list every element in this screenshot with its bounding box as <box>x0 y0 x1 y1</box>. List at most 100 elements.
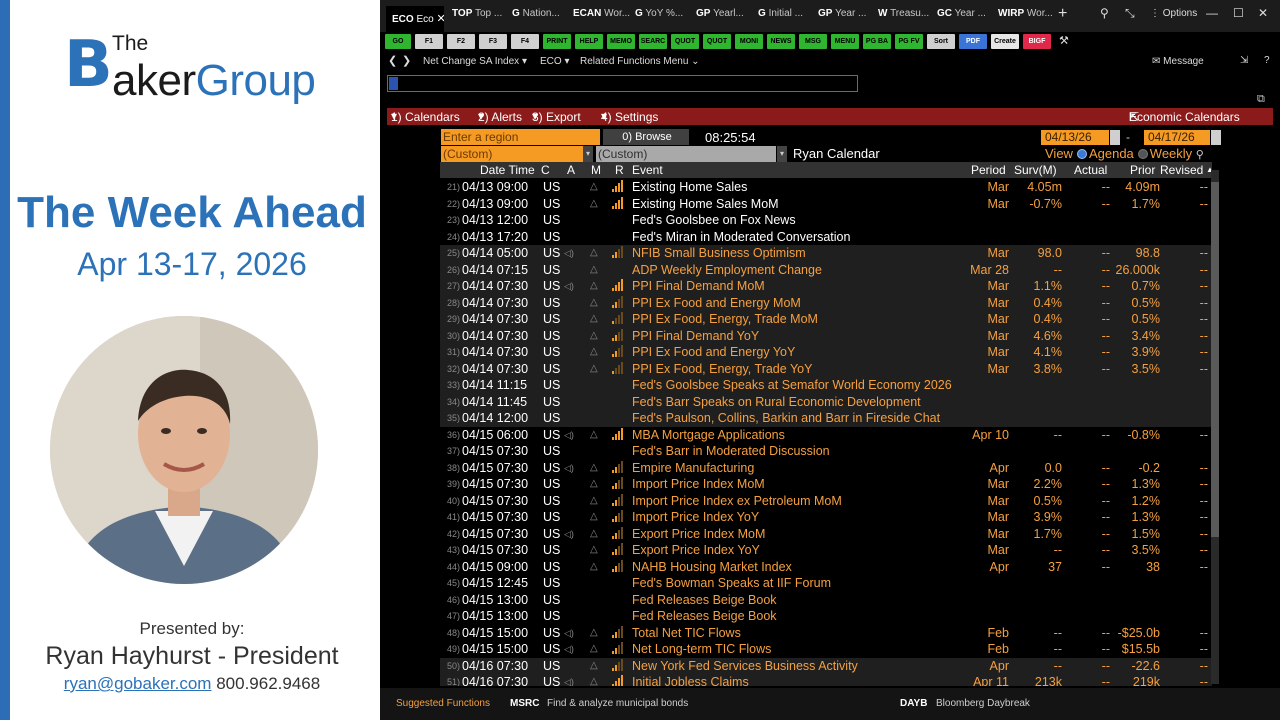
maximize-icon[interactable]: ☐ <box>1233 6 1244 20</box>
row-event[interactable]: PPI Final Demand YoY <box>632 328 759 345</box>
fkey-menu[interactable]: MENU <box>831 34 859 49</box>
tab-ecan[interactable]: ECAN Wor... <box>573 8 631 28</box>
bell-icon[interactable]: △ <box>590 245 604 262</box>
table-row[interactable]: 39) 04/15 07:30 US Import Price Index MoM Ma… <box>440 476 1212 493</box>
region-input[interactable]: Enter a region <box>441 129 600 145</box>
start-calendar-icon[interactable] <box>1110 130 1120 145</box>
tab-gp-yearly[interactable]: GP Yearl... <box>696 8 754 28</box>
speaker-icon[interactable]: ◁) <box>564 427 578 444</box>
bell-icon[interactable]: △ <box>590 460 604 477</box>
tab-top[interactable]: TOP Top ... <box>452 8 508 28</box>
fkey-searc[interactable]: SEARC <box>639 34 667 49</box>
close-tab-icon[interactable]: ✕ <box>436 13 444 25</box>
search-icon[interactable]: ⚲ <box>1100 6 1109 20</box>
bell-icon[interactable]: △ <box>590 262 604 279</box>
end-date-input[interactable]: 04/17/26 <box>1144 130 1210 145</box>
bell-icon[interactable]: △ <box>590 311 604 328</box>
speaker-icon[interactable]: ◁) <box>564 526 578 543</box>
table-row[interactable]: 27) 04/14 07:30 US PPI Final Demand MoM Mar 1… <box>440 278 1212 295</box>
col-event[interactable]: Event <box>632 163 663 177</box>
fkey-news[interactable]: NEWS <box>767 34 795 49</box>
speaker-icon[interactable]: ◁) <box>564 460 578 477</box>
table-row[interactable]: 38) 04/15 07:30 US Empire Manufacturing Apr 0… <box>440 460 1212 477</box>
row-event[interactable]: Import Price Index MoM <box>632 476 765 493</box>
row-event[interactable]: MBA Mortgage Applications <box>632 427 785 444</box>
row-event[interactable]: PPI Ex Food, Energy, Trade YoY <box>632 361 812 378</box>
table-row[interactable]: 22) 04/13 09:00 US Existing Home Sales MoM M… <box>440 196 1212 213</box>
row-event[interactable]: Import Price Index YoY <box>632 509 759 526</box>
row-event[interactable]: Existing Home Sales MoM <box>632 196 779 213</box>
dayb-function-desc[interactable]: Bloomberg Daybreak <box>936 698 1030 709</box>
fkey-sort[interactable]: Sort <box>927 34 955 49</box>
bell-icon[interactable]: △ <box>590 559 604 576</box>
row-event[interactable]: Fed's Miran in Moderated Conversation <box>632 229 850 246</box>
fkey-f1[interactable]: F1 <box>415 34 443 49</box>
bell-icon[interactable]: △ <box>590 526 604 543</box>
col-period[interactable]: Period <box>971 163 1006 177</box>
scrollbar-thumb[interactable] <box>1211 182 1219 537</box>
fkey-f3[interactable]: F3 <box>479 34 507 49</box>
export-icon[interactable]: ⇲ <box>1240 55 1248 66</box>
fkey-pg-fv[interactable]: PG FV <box>895 34 923 49</box>
col-actual[interactable]: Actual <box>1074 163 1107 177</box>
row-event[interactable]: Fed Releases Beige Book <box>632 608 777 625</box>
email-link[interactable]: ryan@gobaker.com <box>64 674 212 693</box>
speaker-icon[interactable]: ◁) <box>564 278 578 295</box>
bell-icon[interactable]: △ <box>590 641 604 658</box>
table-row[interactable]: 26) 04/14 07:15 US ADP Weekly Employment Ch… <box>440 261 1212 279</box>
tab-wirp[interactable]: WIRP Wor... <box>998 8 1058 28</box>
tab-w-treasury[interactable]: W Treasu... <box>878 8 934 28</box>
related-functions-menu[interactable]: Related Functions Menu ⌄ <box>580 56 700 67</box>
function-dropdown[interactable]: ECO ▾ <box>540 56 569 67</box>
col-monitor[interactable]: M <box>591 163 601 177</box>
settings-menu[interactable]: 4) Settings ▾ <box>601 109 658 124</box>
table-scrollbar[interactable] <box>1211 170 1219 684</box>
bell-icon[interactable]: △ <box>590 476 604 493</box>
row-event[interactable]: PPI Ex Food, Energy, Trade MoM <box>632 311 818 328</box>
export-menu[interactable]: 3) Export ▾ <box>532 109 581 124</box>
table-row[interactable]: 37) 04/15 07:30 US Fed's Barr in Moderated … <box>440 443 1212 460</box>
col-datetime[interactable]: Date Time <box>480 163 535 177</box>
row-event[interactable]: Total Net TIC Flows <box>632 625 741 642</box>
bell-icon[interactable]: △ <box>590 625 604 642</box>
col-prior[interactable]: Prior <box>1130 163 1155 177</box>
weekly-radio[interactable] <box>1137 149 1148 159</box>
alerts-menu[interactable]: 2) Alerts ▾ <box>478 109 522 124</box>
table-row[interactable]: 30) 04/14 07:30 US PPI Final Demand YoY Mar 4… <box>440 327 1212 345</box>
end-calendar-icon[interactable] <box>1211 130 1221 145</box>
row-event[interactable]: Export Price Index MoM <box>632 526 765 543</box>
fkey-pdf[interactable]: PDF <box>959 34 987 49</box>
bell-icon[interactable]: △ <box>590 196 604 213</box>
table-row[interactable]: 23) 04/13 12:00 US Fed's Goolsbee on Fox Ne… <box>440 212 1212 229</box>
fkey-create[interactable]: Create <box>991 34 1019 49</box>
fkey-msg[interactable]: MSG <box>799 34 827 49</box>
add-tab-icon[interactable]: + <box>1058 5 1067 23</box>
row-event[interactable]: PPI Ex Food and Energy YoY <box>632 344 795 361</box>
back-arrow-icon[interactable]: ❮ <box>388 54 397 67</box>
tab-g-initial[interactable]: G Initial ... <box>758 8 816 28</box>
row-event[interactable]: Fed's Barr in Moderated Discussion <box>632 443 830 460</box>
fkey-memo[interactable]: MEMO <box>607 34 635 49</box>
bell-icon[interactable]: △ <box>590 344 604 361</box>
table-row[interactable]: 29) 04/14 07:30 US PPI Ex Food, Energy, Tra… <box>440 311 1212 328</box>
table-row[interactable]: 31) 04/14 07:30 US PPI Ex Food and Energy Y… <box>440 344 1212 361</box>
custom-filter-1-dropdown-icon[interactable]: ▾ <box>583 146 593 162</box>
row-event[interactable]: Fed's Paulson, Collins, Barkin and Barr … <box>632 410 940 427</box>
row-event[interactable]: NAHB Housing Market Index <box>632 559 792 576</box>
resize-icon[interactable]: ⤡ <box>1125 6 1135 21</box>
table-row[interactable]: 35) 04/14 12:00 US Fed's Paulson, Collins, … <box>440 410 1212 427</box>
command-line-input[interactable] <box>387 75 858 92</box>
speaker-icon[interactable]: ◁) <box>564 641 578 658</box>
options-menu[interactable]: ⋮ Options <box>1150 8 1197 19</box>
custom-filter-2[interactable]: (Custom) <box>596 146 776 162</box>
bell-icon[interactable]: △ <box>590 658 604 675</box>
row-event[interactable]: PPI Final Demand MoM <box>632 278 765 295</box>
fkey-bigf[interactable]: BIGF <box>1023 34 1051 49</box>
bell-icon[interactable]: △ <box>590 493 604 510</box>
bell-icon[interactable]: △ <box>590 295 604 312</box>
start-date-input[interactable]: 04/13/26 <box>1041 130 1109 145</box>
close-window-icon[interactable]: ✕ <box>1258 6 1268 20</box>
row-event[interactable]: Fed's Goolsbee Speaks at Semafor World E… <box>632 377 952 394</box>
table-row[interactable]: 44) 04/15 09:00 US NAHB Housing Market Inde… <box>440 559 1212 576</box>
table-row[interactable]: 51) 04/16 07:30 US Initial Jobless Claims Ap… <box>440 674 1212 686</box>
